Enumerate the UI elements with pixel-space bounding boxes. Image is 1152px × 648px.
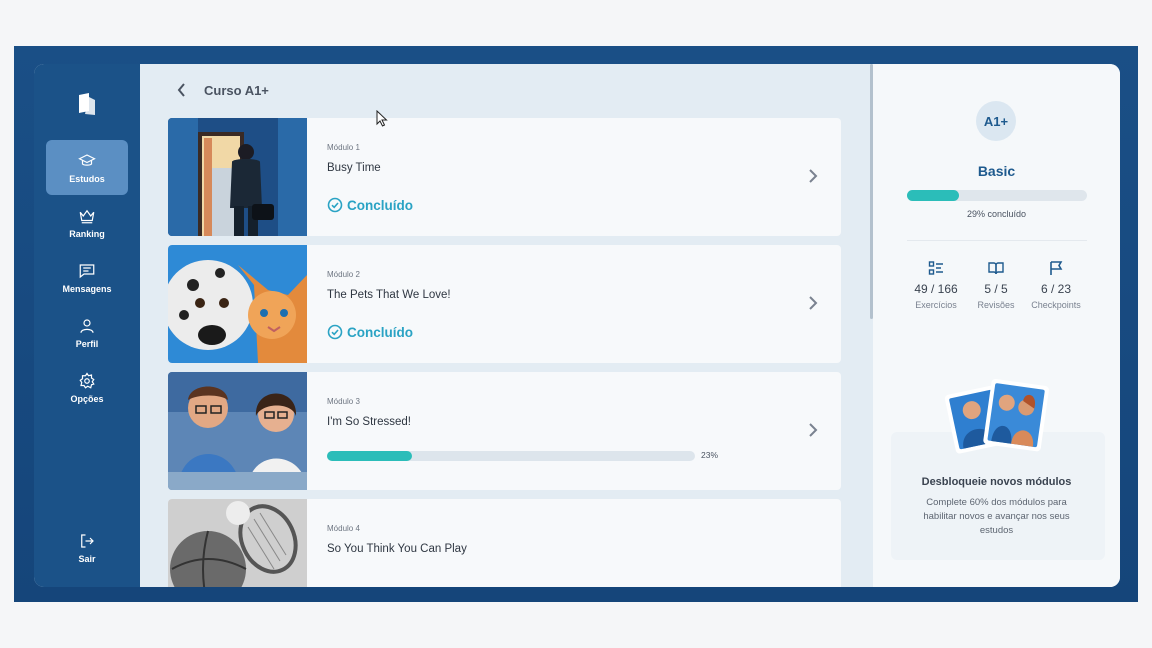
message-icon — [79, 263, 95, 278]
module-number: Módulo 3 — [327, 397, 360, 406]
module-title: The Pets That We Love! — [327, 289, 451, 301]
module-number: Módulo 1 — [327, 143, 360, 152]
module-number: Módulo 2 — [327, 270, 360, 279]
stat-revisoes: 5 / 5 Revisões — [963, 260, 1029, 310]
level-name: Basic — [977, 163, 1016, 179]
app-logo-icon — [79, 93, 95, 115]
page-title: Curso A1+ — [204, 82, 269, 98]
back-button[interactable] — [174, 82, 190, 98]
module-thumbnail — [168, 118, 307, 236]
module-title: So You Think You Can Play — [327, 543, 467, 555]
level-badge: A1+ — [976, 101, 1016, 141]
stat-exercicios: 49 / 166 Exercícios — [903, 260, 969, 310]
sidebar-item-label: Sair — [78, 553, 96, 564]
module-body: Módulo 3 I'm So Stressed! 23% — [327, 372, 841, 490]
mouse-cursor-icon — [376, 110, 388, 127]
status-label: Concluído — [347, 324, 413, 340]
status-label: Concluído — [347, 197, 413, 213]
stat-label: Checkpoints — [1031, 300, 1081, 310]
module-thumbnail — [168, 372, 307, 490]
status-badge: Concluído — [327, 197, 413, 213]
sidebar-item-label: Perfil — [75, 338, 99, 349]
flag-icon — [1050, 261, 1063, 275]
module-card-2[interactable]: Módulo 2 The Pets That We Love! Concluíd… — [168, 245, 841, 363]
promo-text: Complete 60% dos módulos para habilitar … — [923, 497, 1070, 536]
module-body: Módulo 4 So You Think You Can Play — [327, 499, 841, 587]
chevron-right-icon — [809, 423, 818, 437]
module-progress-bar — [327, 451, 695, 461]
promo-title: Desbloqueie novos módulos — [921, 476, 1072, 488]
sidebar-item-label: Ranking — [69, 228, 105, 239]
level-progress-text: 29% concluído — [966, 209, 1027, 219]
stat-checkpoints: 6 / 23 Checkpoints — [1023, 260, 1089, 310]
crown-icon — [79, 209, 95, 223]
module-body: Módulo 2 The Pets That We Love! Concluíd… — [327, 245, 841, 363]
sidebar-item-label: Estudos — [69, 173, 105, 184]
module-card-3[interactable]: Módulo 3 I'm So Stressed! 23% — [168, 372, 841, 490]
sidebar-item-opcoes[interactable]: Opções — [46, 360, 128, 415]
sidebar-item-estudos[interactable]: Estudos — [46, 140, 128, 195]
status-badge: Concluído — [327, 324, 413, 340]
app-window: Estudos Ranking Mensagens Perfil Opções … — [34, 64, 1120, 587]
sidebar-item-sair[interactable]: Sair — [46, 520, 128, 575]
main-content: Curso A1+ Módulo 1 Busy Time Concluído M… — [140, 64, 872, 587]
module-progress-fill — [327, 451, 412, 461]
gear-icon — [79, 371, 95, 389]
level-progress-fill — [907, 190, 960, 201]
module-card-1[interactable]: Módulo 1 Busy Time Concluído — [168, 118, 841, 236]
module-body: Módulo 1 Busy Time Concluído — [327, 118, 841, 236]
stat-value: 49 / 166 — [914, 282, 958, 296]
module-thumbnail — [168, 245, 307, 363]
exercise-list-icon — [928, 261, 943, 275]
user-icon — [80, 318, 94, 333]
chevron-left-icon — [177, 83, 185, 97]
stat-value: 6 / 23 — [1040, 282, 1072, 296]
sidebar-item-perfil[interactable]: Perfil — [46, 305, 128, 360]
page-header: Curso A1+ — [174, 82, 269, 98]
book-open-icon — [988, 262, 1004, 275]
stat-label: Exercícios — [915, 300, 957, 310]
check-circle-icon — [327, 324, 343, 340]
level-progress-bar — [907, 190, 1087, 201]
sidebar-item-label: Mensagens — [62, 283, 112, 294]
sidebar: Estudos Ranking Mensagens Perfil Opções … — [34, 64, 140, 587]
sidebar-item-mensagens[interactable]: Mensagens — [46, 250, 128, 305]
stat-value: 5 / 5 — [984, 282, 1008, 296]
sidebar-item-label: Opções — [70, 393, 104, 404]
progress-panel: A1+ Basic 29% concluído 49 / 166 Exercíc… — [873, 64, 1120, 587]
module-number: Módulo 4 — [327, 524, 360, 533]
chevron-right-icon — [809, 296, 818, 310]
logout-icon — [81, 533, 94, 548]
chevron-right-icon — [809, 169, 818, 183]
module-progress-percent: 23% — [701, 450, 719, 460]
sidebar-item-ranking[interactable]: Ranking — [46, 195, 128, 250]
graduation-cap-icon — [78, 153, 96, 166]
module-title: I'm So Stressed! — [327, 416, 412, 428]
module-thumbnail — [168, 499, 307, 587]
check-circle-icon — [327, 197, 343, 213]
stat-label: Revisões — [977, 300, 1015, 310]
module-title: Busy Time — [327, 162, 381, 174]
module-card-4[interactable]: Módulo 4 So You Think You Can Play — [168, 499, 841, 587]
divider — [907, 240, 1087, 241]
promo-illustration — [944, 378, 1049, 454]
